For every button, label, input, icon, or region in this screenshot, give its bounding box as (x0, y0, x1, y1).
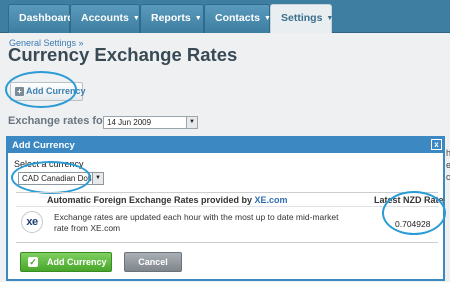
tab-accounts[interactable]: Accounts ▼ (70, 4, 140, 33)
tab-settings-label: Settings (281, 12, 323, 24)
provider-description: Exchange rates are updated each hour wit… (54, 212, 339, 233)
cancel-button[interactable]: Cancel (124, 252, 182, 272)
chevron-down-icon: ▼ (326, 15, 334, 22)
annotation-oval-rate (382, 191, 446, 235)
tab-accounts-label: Accounts (81, 12, 129, 24)
chevron-down-icon: ▼ (186, 117, 197, 128)
dialog-header: Add Currency x (8, 138, 443, 153)
tab-reports-label: Reports (151, 12, 191, 24)
background-text-fragment: e (446, 160, 450, 170)
check-icon: ✓ (28, 257, 38, 267)
tab-settings[interactable]: Settings ▼ (270, 4, 334, 33)
chevron-down-icon: ▼ (194, 15, 202, 22)
tab-contacts[interactable]: Contacts ▼ (204, 4, 271, 33)
date-select[interactable]: 14 Jun 2009 ▼ (103, 116, 198, 129)
tab-contacts-label: Contacts (215, 12, 260, 24)
divider (16, 192, 438, 193)
dialog-add-currency-button-label: Add Currency (47, 257, 107, 267)
annotation-oval-currency-select (11, 161, 91, 194)
dialog-title: Add Currency (12, 140, 75, 151)
chevron-down-icon: ▼ (132, 15, 140, 22)
dialog-add-currency-button[interactable]: ✓ Add Currency (20, 252, 112, 272)
provider-heading: Automatic Foreign Exchange Rates provide… (47, 195, 288, 205)
xe-link[interactable]: XE.com (255, 195, 288, 205)
provider-heading-text: Automatic Foreign Exchange Rates provide… (47, 195, 255, 205)
xe-logo: xe (21, 211, 43, 233)
annotation-oval-add-currency (5, 71, 77, 108)
background-text-fragment: h (446, 148, 450, 158)
divider (16, 242, 438, 243)
tab-reports[interactable]: Reports ▼ (140, 4, 204, 33)
close-icon[interactable]: x (431, 139, 442, 150)
top-nav: Dashboard Accounts ▼ Reports ▼ Contacts ▼ S… (0, 0, 450, 33)
exchange-rates-label: Exchange rates for (8, 115, 108, 127)
tab-dashboard-label: Dashboard (19, 12, 74, 24)
background-text-fragment: c (446, 172, 450, 182)
chevron-down-icon: ▼ (92, 173, 103, 184)
divider (16, 206, 438, 207)
page-title: Currency Exchange Rates (8, 44, 238, 65)
tab-dashboard[interactable]: Dashboard (8, 4, 74, 33)
date-select-value: 14 Jun 2009 (107, 118, 152, 127)
add-currency-dialog: Add Currency x Select a currency CAD Can… (6, 136, 446, 281)
